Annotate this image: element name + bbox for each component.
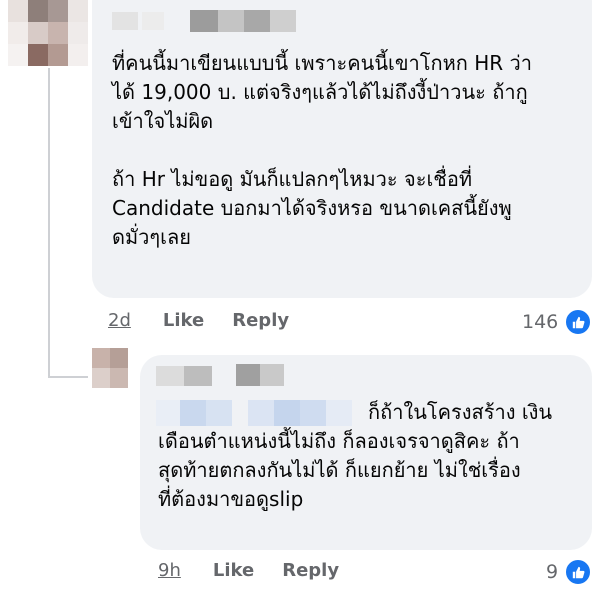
reply-like-button[interactable]: Like [213, 560, 254, 581]
reply-text: เดือนตำแหน่งนี้ไม่ถึง ก็ลองเจรจาดูสิคะ ถ… [158, 429, 521, 511]
reply-reply-button[interactable]: Reply [282, 560, 339, 581]
thread-connector [48, 376, 88, 378]
author-name-redacted[interactable] [112, 10, 302, 32]
reply-text-first-line: ก็ถ้าในโครงสร้าง เงิน [368, 400, 553, 424]
comment-actions: 2d Like Reply [108, 310, 317, 331]
reply-reaction-count: 9 [546, 561, 559, 583]
reply-avatar[interactable] [92, 348, 128, 388]
reply-author-redacted[interactable] [156, 364, 306, 388]
avatar[interactable] [8, 0, 88, 66]
reply-reaction-summary[interactable]: 9 [546, 558, 593, 586]
reaction-summary[interactable]: 146 [522, 308, 593, 336]
mention-redacted[interactable] [156, 400, 360, 426]
comment-text: ที่คนนี้มาเขียนแบบนี้ เพราะคนนี้เขาโกหก … [112, 51, 532, 249]
like-icon [564, 308, 593, 336]
comment-timestamp[interactable]: 2d [108, 310, 131, 331]
thread-line [48, 68, 50, 376]
like-icon [564, 558, 593, 586]
reaction-count: 146 [522, 311, 559, 333]
reply-timestamp[interactable]: 9h [158, 560, 181, 581]
reply-button[interactable]: Reply [232, 310, 289, 331]
like-button[interactable]: Like [163, 310, 204, 331]
reply-actions: 9h Like Reply [158, 560, 367, 581]
